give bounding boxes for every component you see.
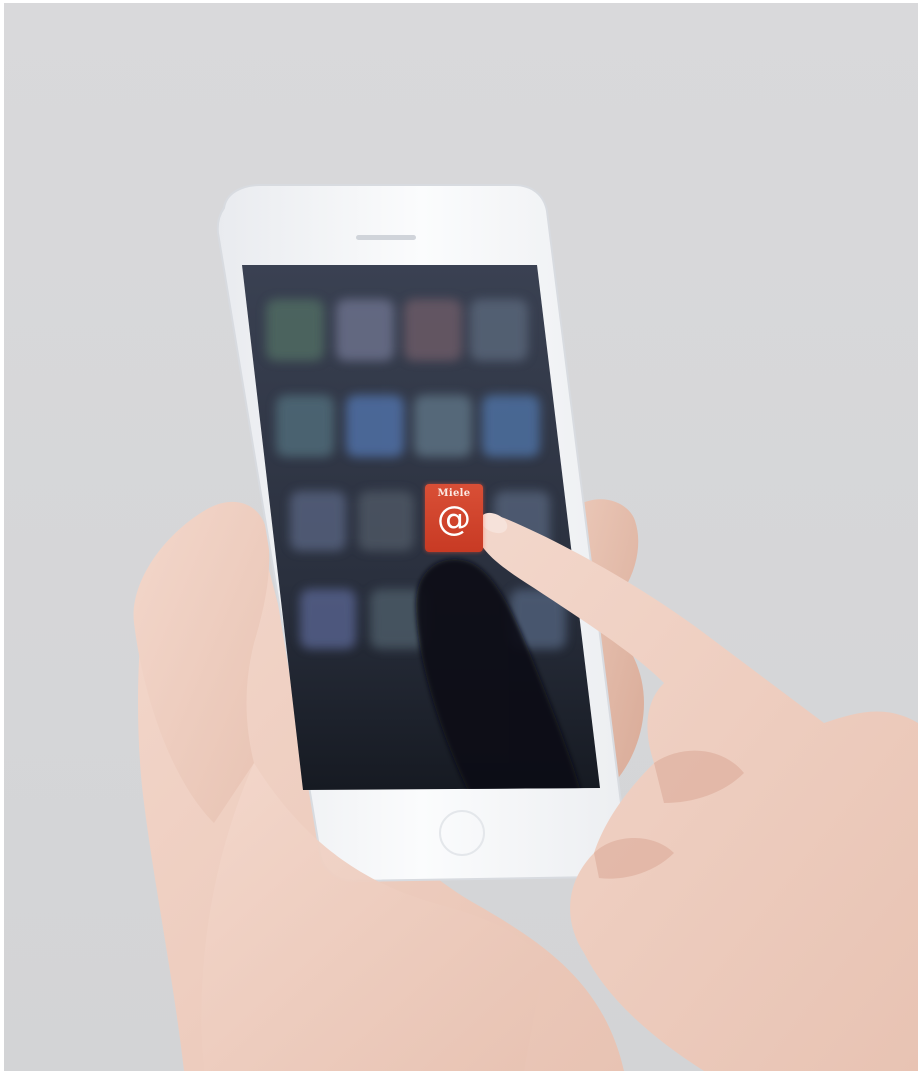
miele-app-icon[interactable]: Miele @ [425,484,483,552]
photo: Miele @ [4,3,918,1071]
phone-speaker [356,235,416,240]
at-icon: @ [437,499,471,539]
